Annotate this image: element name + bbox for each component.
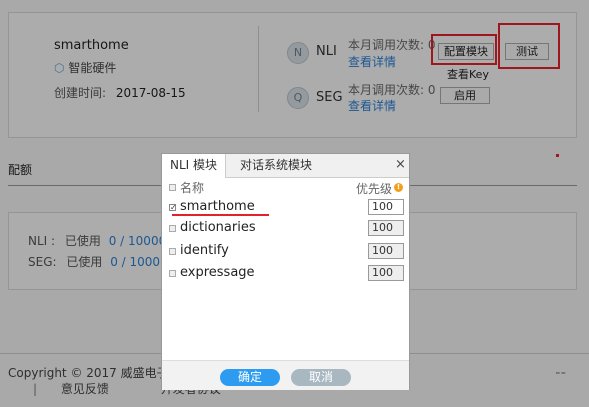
module-name: identify (180, 243, 229, 258)
module-row: identify 100 (169, 242, 405, 262)
priority-input[interactable]: 100 (368, 220, 404, 236)
priority-input[interactable]: 100 (368, 199, 404, 215)
column-priority-header: 优先级 (356, 182, 393, 196)
cancel-button[interactable]: 取消 (291, 369, 351, 386)
info-icon[interactable]: ! (394, 183, 403, 192)
priority-input[interactable]: 100 (368, 265, 404, 281)
module-table-header: 名称 优先级 ! (169, 178, 405, 198)
module-config-dialog: NLI 模块 对话系统模块 × 名称 优先级 ! ✓ smarthome 100… (161, 153, 410, 390)
module-checkbox[interactable] (169, 270, 176, 277)
modal-tab-bar: NLI 模块 对话系统模块 × (162, 154, 409, 178)
module-name: expressage (180, 265, 255, 280)
module-name: smarthome (180, 199, 255, 214)
close-icon[interactable]: × (395, 157, 406, 172)
tab-dialog-system-module[interactable]: 对话系统模块 (232, 154, 320, 177)
module-row: dictionaries 100 (169, 219, 405, 239)
annotation-underline (172, 214, 269, 216)
module-name: dictionaries (180, 220, 256, 235)
module-checkbox[interactable] (169, 225, 176, 232)
tab-nli-module[interactable]: NLI 模块 (162, 154, 227, 178)
module-checkbox[interactable] (169, 248, 176, 255)
modal-footer: 确定 取消 (162, 360, 409, 390)
module-checkbox[interactable]: ✓ (169, 204, 177, 212)
confirm-button[interactable]: 确定 (220, 369, 280, 386)
column-name-header: 名称 (180, 181, 205, 195)
module-row: expressage 100 (169, 264, 405, 284)
select-all-checkbox[interactable] (169, 184, 176, 191)
priority-input[interactable]: 100 (368, 243, 404, 259)
